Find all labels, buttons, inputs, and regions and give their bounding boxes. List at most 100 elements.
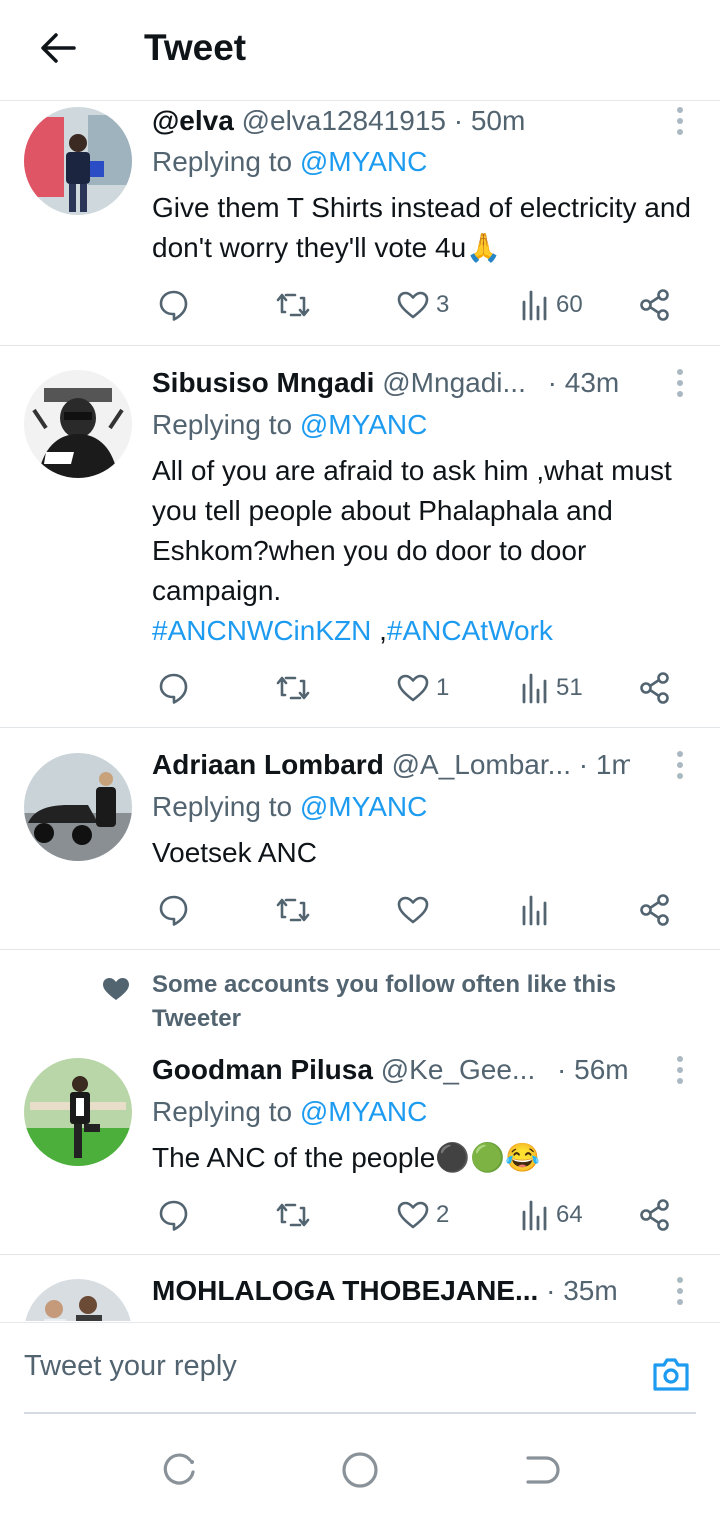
action-bar: 3 60	[0, 285, 720, 325]
retweet-icon	[276, 1203, 310, 1227]
replying-to: Replying to @MYANC	[152, 787, 427, 827]
views-button[interactable]	[520, 890, 556, 930]
social-context-text: Some accounts you follow often like this…	[152, 971, 617, 1032]
action-bar: 2 64	[0, 1195, 720, 1235]
timestamp: · 56m	[557, 1054, 629, 1085]
author-handle: @elva12841915	[241, 105, 446, 136]
more-icon[interactable]	[666, 363, 694, 403]
share-button[interactable]	[638, 668, 672, 708]
views-button[interactable]: 64	[520, 1195, 583, 1235]
tweet[interactable]: Sibusiso Mngadi @Mngadi... · 43m Replyin…	[0, 346, 720, 728]
views-button[interactable]: 60	[520, 285, 583, 325]
like-button[interactable]: 1	[396, 668, 449, 708]
timestamp: · 1m	[578, 749, 630, 780]
like-icon	[397, 291, 429, 319]
tweet-meta: MOHLALOGA THOBEJANE... · 35m	[152, 1271, 630, 1311]
view-count: 51	[556, 674, 583, 701]
like-button[interactable]: 2	[396, 1195, 449, 1235]
like-icon	[397, 896, 429, 924]
tweet-text: Give them T Shirts instead of electricit…	[152, 192, 691, 263]
retweet-icon	[276, 898, 310, 922]
tweet[interactable]: Adriaan Lombard @A_Lombar... · 1m Replyi…	[0, 728, 720, 950]
retweet-button[interactable]	[274, 890, 312, 930]
share-button[interactable]	[638, 285, 672, 325]
more-icon[interactable]	[666, 1271, 694, 1311]
action-bar: 1 51	[0, 668, 720, 708]
retweet-button[interactable]	[274, 668, 312, 708]
reply-input[interactable]: Tweet your reply	[24, 1341, 624, 1391]
share-icon	[640, 289, 669, 321]
home-button[interactable]	[340, 1450, 380, 1490]
views-button[interactable]: 51	[520, 668, 583, 708]
avatar[interactable]	[24, 107, 132, 215]
views-icon	[522, 895, 547, 926]
reply-icon	[159, 290, 188, 321]
avatar[interactable]	[24, 1058, 132, 1166]
author-name[interactable]: @elva	[152, 105, 234, 136]
views-icon	[522, 1200, 547, 1231]
back-button[interactable]	[36, 26, 80, 70]
replying-to: Replying to @MYANC	[152, 1092, 427, 1132]
recents-button[interactable]	[160, 1450, 200, 1490]
reply-mention-link[interactable]: @MYANC	[300, 791, 427, 822]
like-button[interactable]	[396, 890, 436, 930]
tweet-text: Voetsek ANC	[152, 837, 317, 868]
tweet-text: The ANC of the people⚫🟢😂	[152, 1142, 540, 1173]
camera-button[interactable]	[650, 1353, 692, 1395]
tweet[interactable]: @elva @elva12841915 · 50m Replying to @M…	[0, 101, 720, 346]
share-button[interactable]	[638, 1195, 672, 1235]
author-name[interactable]: Adriaan Lombard	[152, 749, 384, 780]
author-handle: @Mngadi...	[382, 367, 526, 398]
tweet-meta: @elva @elva12841915 · 50m	[152, 101, 630, 141]
tweet-text: All of you are afraid to ask him ,what m…	[152, 455, 672, 606]
avatar[interactable]	[24, 1279, 132, 1321]
more-icon[interactable]	[666, 101, 694, 141]
action-bar	[0, 890, 720, 930]
reply-icon	[159, 1200, 188, 1231]
author-name[interactable]: MOHLALOGA THOBEJANE...	[152, 1275, 538, 1306]
share-icon	[640, 1199, 669, 1231]
retweet-button[interactable]	[274, 285, 312, 325]
back-icon	[526, 1456, 560, 1484]
hashtag-link[interactable]: #ANCAtWork	[387, 615, 553, 646]
replying-to-label: Replying to	[152, 409, 293, 440]
retweet-icon	[276, 293, 310, 317]
author-name[interactable]: Goodman Pilusa	[152, 1054, 373, 1085]
reply-mention-link[interactable]: @MYANC	[300, 146, 427, 177]
reply-button[interactable]	[157, 1195, 191, 1235]
reply-button[interactable]	[157, 890, 191, 930]
views-icon	[522, 673, 547, 704]
avatar[interactable]	[24, 370, 132, 478]
hashtag-link[interactable]: #ANCNWCinKZN	[152, 615, 371, 646]
tweet[interactable]: Some accounts you follow often like this…	[0, 950, 720, 1255]
like-count: 3	[436, 291, 450, 318]
replying-to-label: Replying to	[152, 791, 293, 822]
back-nav-button[interactable]	[520, 1450, 560, 1490]
retweet-button[interactable]	[274, 1195, 312, 1235]
more-icon[interactable]	[666, 745, 694, 785]
views-icon	[522, 290, 547, 321]
share-button[interactable]	[638, 890, 672, 930]
author-handle: @Ke_Gee...	[380, 1054, 536, 1085]
reply-mention-link[interactable]: @MYANC	[300, 1096, 427, 1127]
hashtag-separator: ,	[371, 615, 387, 646]
reply-icon	[159, 895, 188, 926]
like-count: 1	[436, 674, 450, 701]
page-title: Tweet	[144, 27, 247, 68]
like-button[interactable]: 3	[396, 285, 449, 325]
replies-feed[interactable]: @elva @elva12841915 · 50m Replying to @M…	[0, 101, 720, 1321]
reply-button[interactable]	[157, 668, 191, 708]
replying-to-label: Replying to	[152, 146, 293, 177]
more-icon[interactable]	[666, 1050, 694, 1090]
reply-button[interactable]	[157, 285, 191, 325]
author-name[interactable]: Sibusiso Mngadi	[152, 367, 374, 398]
replying-to-label: Replying to	[152, 1096, 293, 1127]
replying-to: Replying to @MYANC	[152, 405, 427, 445]
tweet-meta: Adriaan Lombard @A_Lombar... · 1m	[152, 745, 630, 785]
timestamp: · 43m	[547, 367, 620, 398]
home-icon	[342, 1452, 378, 1488]
avatar[interactable]	[24, 753, 132, 861]
reply-mention-link[interactable]: @MYANC	[300, 409, 427, 440]
replying-to: Replying to @MYANC	[152, 142, 427, 182]
tweet[interactable]: MOHLALOGA THOBEJANE... · 35m	[0, 1255, 720, 1321]
